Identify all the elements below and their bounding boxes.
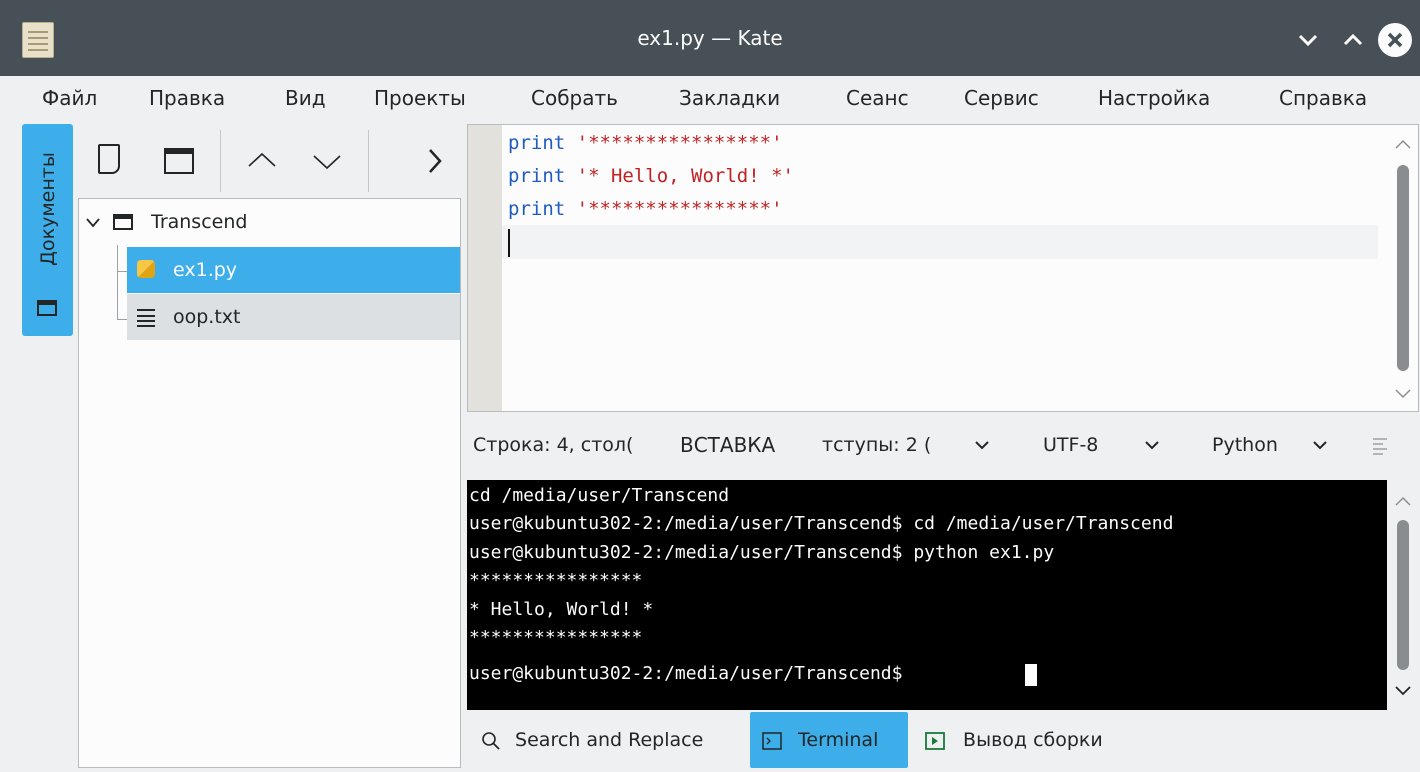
- chevron-down-icon[interactable]: [1143, 430, 1161, 470]
- maximize-button[interactable]: [1335, 22, 1371, 58]
- chevron-down-icon: [1298, 34, 1318, 47]
- toolbar-separator: [220, 130, 221, 192]
- toolbar-separator: [368, 130, 369, 192]
- indentation-selector[interactable]: тступы: 2 (: [822, 430, 931, 460]
- close-button[interactable]: [1378, 23, 1412, 57]
- code-line: print '****************': [508, 193, 783, 226]
- chevron-up-icon: [1343, 33, 1363, 46]
- terminal-line: cd /media/user/Transcend: [469, 485, 730, 506]
- menu-help[interactable]: Справка: [1279, 82, 1367, 114]
- menu-tools[interactable]: Сервис: [964, 82, 1039, 114]
- tab-label: Terminal: [798, 729, 879, 751]
- menu-file[interactable]: Файл: [42, 82, 97, 114]
- editor-scrollbar[interactable]: [1388, 125, 1418, 411]
- terminal-cursor: [1025, 664, 1037, 686]
- down-button[interactable]: [310, 144, 344, 178]
- up-button[interactable]: [245, 144, 279, 178]
- tree-file-oop[interactable]: oop.txt: [127, 294, 460, 340]
- bottom-tool-tabs: Search and Replace Terminal Вывод сборки: [467, 712, 1420, 772]
- scroll-down-icon[interactable]: [1393, 383, 1413, 403]
- menu-build[interactable]: Собрать: [531, 82, 618, 114]
- menu-lines-icon[interactable]: [1371, 430, 1389, 470]
- code-keyword: print: [508, 132, 566, 154]
- encoding-selector[interactable]: UTF-8: [1043, 430, 1098, 460]
- chevron-up-icon: [248, 152, 276, 167]
- current-line-highlight: [502, 225, 1378, 259]
- more-button[interactable]: [425, 144, 445, 178]
- tab-label: Вывод сборки: [963, 729, 1103, 751]
- tab-terminal[interactable]: Terminal: [750, 712, 908, 768]
- scroll-up-icon[interactable]: [1393, 135, 1413, 155]
- scroll-down-icon[interactable]: [1393, 680, 1413, 700]
- cursor-position[interactable]: Строка: 4, стол(: [473, 430, 633, 460]
- menu-edit[interactable]: Правка: [149, 82, 225, 114]
- search-icon: [482, 731, 500, 750]
- title-bar: ex1.py — Kate: [0, 0, 1420, 76]
- tab-label: Search and Replace: [515, 729, 704, 751]
- terminal-line: user@kubuntu302-2:/media/user/Transcend$…: [469, 542, 1055, 563]
- folder-icon: [113, 214, 133, 230]
- terminal-scrollbar[interactable]: [1387, 480, 1419, 710]
- chevron-right-icon: [429, 149, 442, 173]
- menu-bookmarks[interactable]: Закладки: [679, 82, 780, 114]
- terminal-prompt: user@kubuntu302-2:/media/user/Transcend$: [469, 663, 914, 684]
- terminal-panel[interactable]: cd /media/user/Transcend user@kubuntu302…: [467, 480, 1419, 710]
- code-keyword: print: [508, 165, 566, 187]
- new-document-icon[interactable]: [98, 144, 120, 174]
- code-line: print '****************': [508, 127, 783, 160]
- terminal-line: * Hello, World! *: [469, 599, 654, 620]
- file-label: ex1.py: [173, 259, 238, 281]
- menu-session[interactable]: Сеанс: [846, 82, 909, 114]
- terminal-line: ****************: [469, 627, 643, 648]
- code-editor[interactable]: print '****************' print '* Hello,…: [467, 124, 1419, 412]
- tab-search-replace[interactable]: Search and Replace: [473, 712, 751, 768]
- build-output-icon: [925, 731, 945, 750]
- tab-build-output[interactable]: Вывод сборки: [925, 712, 1175, 768]
- file-browser-toolbar: [80, 124, 460, 198]
- folder-label: Transcend: [151, 211, 248, 233]
- python-file-icon: [137, 260, 155, 278]
- code-string: '****************': [576, 132, 783, 154]
- editor-gutter: [468, 125, 502, 411]
- menu-settings[interactable]: Настройка: [1098, 82, 1210, 114]
- tree-branch-line: [117, 271, 127, 272]
- file-tree[interactable]: Transcend ex1.py oop.txt: [78, 198, 461, 768]
- menu-bar: Файл Правка Вид Проекты Собрать Закладки…: [0, 76, 1420, 120]
- folder-icon: [37, 300, 57, 316]
- code-line: print '* Hello, World! *': [508, 160, 794, 193]
- close-icon: [1387, 32, 1403, 48]
- menu-projects[interactable]: Проекты: [374, 82, 466, 114]
- scrollbar-thumb[interactable]: [1397, 520, 1409, 670]
- terminal-icon: [762, 731, 782, 750]
- tree-folder-transcend[interactable]: Transcend: [79, 199, 460, 245]
- terminal-line: user@kubuntu302-2:/media/user/Transcend$…: [469, 513, 1174, 534]
- minimize-button[interactable]: [1290, 22, 1326, 58]
- tree-branch-line: [117, 245, 118, 319]
- scrollbar-thumb[interactable]: [1397, 165, 1409, 371]
- input-mode[interactable]: ВСТАВКА: [680, 430, 775, 460]
- tree-file-ex1[interactable]: ex1.py: [127, 247, 460, 293]
- code-keyword: print: [508, 198, 566, 220]
- terminal-line: ****************: [469, 570, 643, 591]
- scroll-up-icon[interactable]: [1393, 492, 1413, 512]
- code-string: '****************': [576, 198, 783, 220]
- chevron-down-icon[interactable]: [1311, 430, 1329, 470]
- status-bar: Строка: 4, стол( ВСТАВКА тступы: 2 ( UTF…: [467, 416, 1420, 476]
- tree-branch-line: [117, 319, 127, 320]
- language-selector[interactable]: Python: [1212, 430, 1278, 460]
- documents-sidebar-tab[interactable]: Документы: [22, 124, 73, 336]
- chevron-down-icon: [313, 155, 341, 170]
- documents-tab-label: Документы: [37, 152, 59, 266]
- code-string: '* Hello, World! *': [576, 165, 794, 187]
- window-title: ex1.py — Kate: [637, 26, 783, 50]
- text-file-icon: [137, 309, 155, 327]
- file-label: oop.txt: [173, 306, 241, 328]
- chevron-down-icon[interactable]: [85, 215, 101, 231]
- open-folder-icon[interactable]: [164, 148, 194, 174]
- menu-view[interactable]: Вид: [285, 82, 326, 114]
- chevron-down-icon[interactable]: [973, 430, 991, 470]
- text-cursor: [508, 229, 510, 257]
